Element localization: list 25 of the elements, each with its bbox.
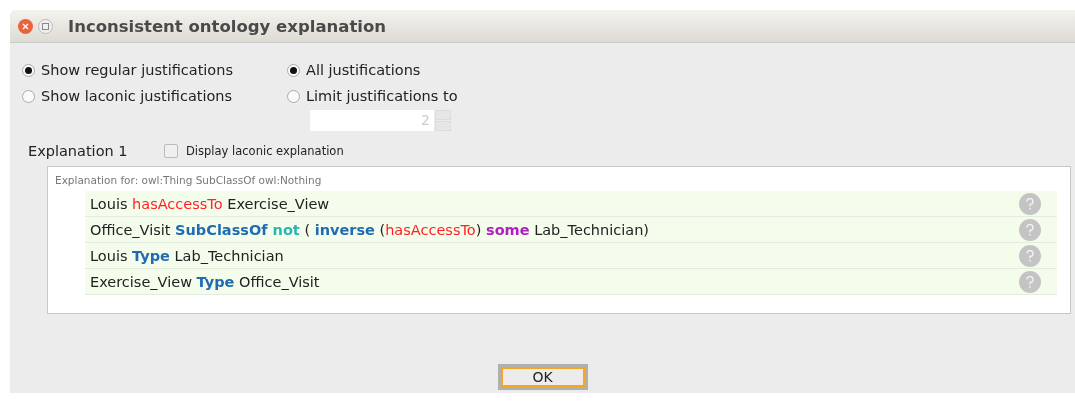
axiom-text: Exercise_View Type Office_Visit	[90, 273, 320, 290]
window-title: Inconsistent ontology explanation	[68, 16, 387, 36]
radio-label[interactable]: Limit justifications to	[306, 88, 458, 104]
help-icon[interactable]	[1019, 270, 1041, 293]
radio-button[interactable]	[22, 63, 35, 77]
help-icon[interactable]	[1019, 244, 1041, 267]
explanation-title: Explanation 1	[28, 143, 129, 159]
axiom-text: Louis Type Lab_Technician	[90, 247, 284, 264]
checkbox[interactable]	[164, 144, 178, 158]
radio-label[interactable]: Show regular justifications	[41, 62, 233, 78]
close-icon[interactable]	[18, 18, 33, 34]
axiom-text: Louis hasAccessTo Exercise_View	[90, 195, 330, 212]
radio-label[interactable]: Show laconic justifications	[41, 88, 233, 104]
checkbox-label[interactable]: Display laconic explanation	[186, 144, 344, 158]
help-icon[interactable]	[1019, 192, 1041, 215]
ok-button[interactable]: OK	[497, 364, 588, 390]
explanation-header: Explanation for: owl:Thing SubClassOf owl:Nothing	[55, 174, 323, 188]
radio-button[interactable]	[287, 89, 300, 103]
spinner-arrows-icon[interactable]	[435, 110, 451, 131]
axiom-text: Office_Visit SubClassOf not ( inverse (hasAccessTo) some Lab_Technician)	[90, 221, 649, 238]
help-icon[interactable]	[1019, 218, 1041, 241]
radio-button[interactable]	[22, 89, 35, 103]
maximize-icon[interactable]	[38, 18, 53, 34]
radio-label[interactable]: All justifications	[306, 62, 421, 78]
radio-button[interactable]	[287, 63, 300, 77]
